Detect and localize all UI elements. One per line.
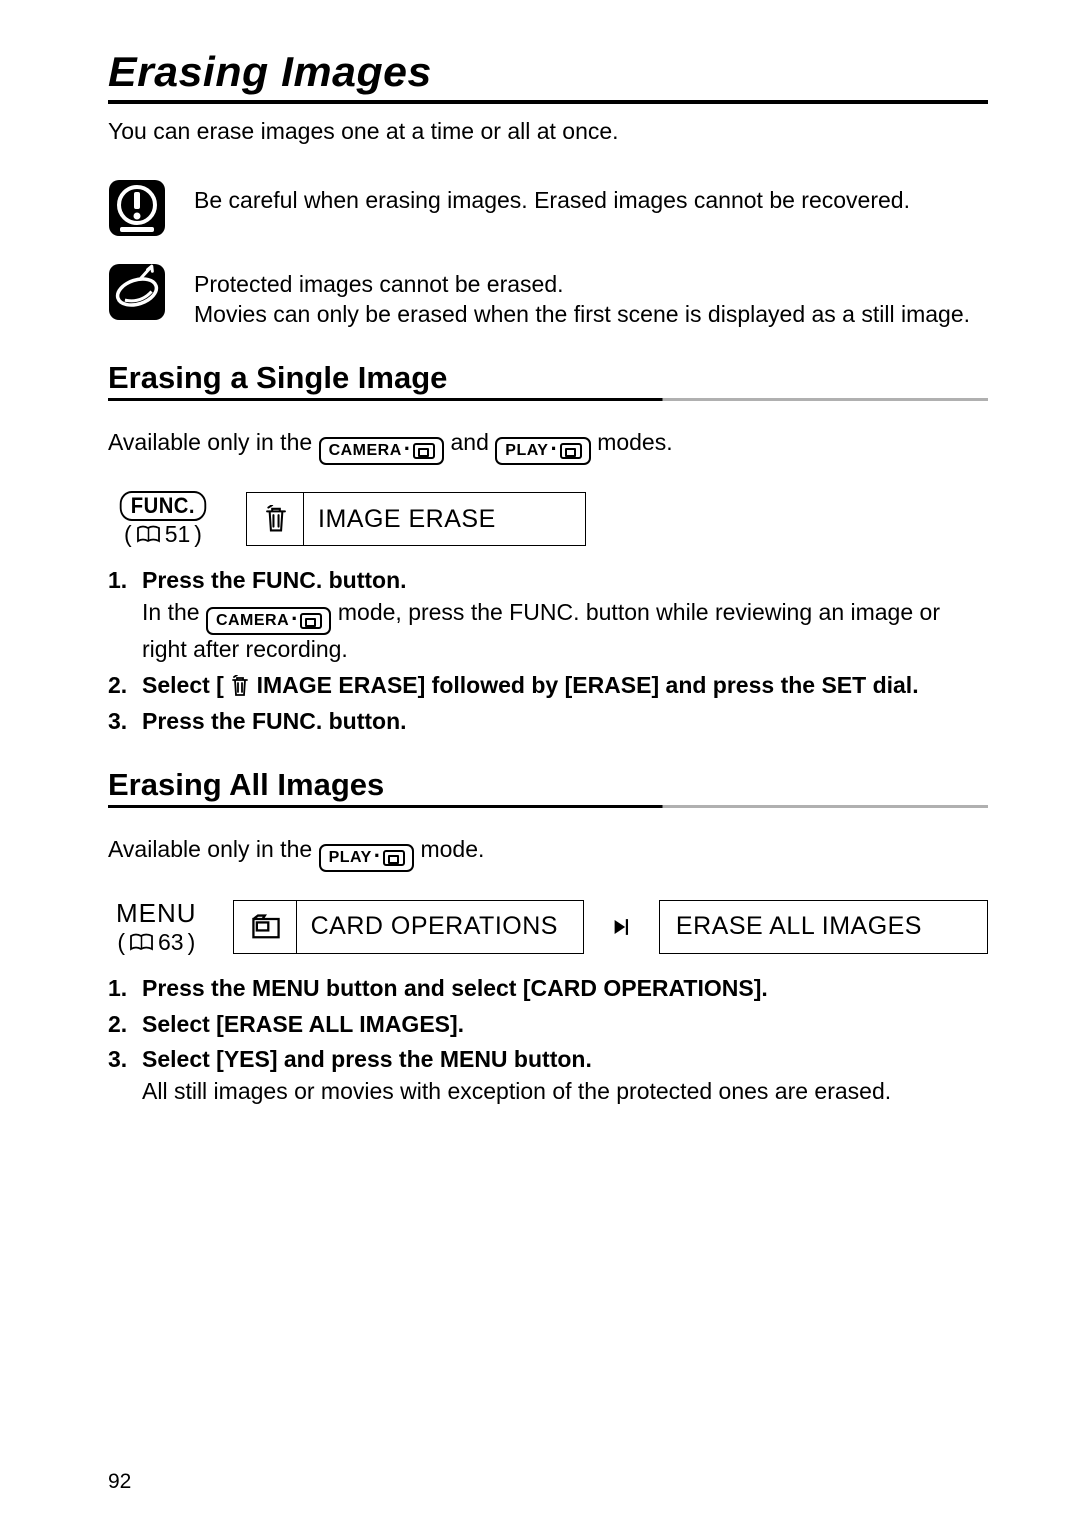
continue-arrow-icon — [612, 916, 631, 938]
note-text: Protected images cannot be erased. Movie… — [194, 263, 970, 330]
section1-steps: Press the FUNC. button. In the CAMERA · … — [108, 566, 988, 737]
mode-play-label: PLAY — [329, 849, 372, 867]
step-item: Press the FUNC. button. — [108, 707, 988, 737]
s2-step3-body: All still images or movies with exceptio… — [142, 1077, 988, 1107]
play-card-mode-badge: PLAY · — [319, 844, 415, 872]
trash-icon — [263, 505, 289, 533]
func-page: 51 — [165, 521, 191, 548]
card-icon — [560, 443, 582, 459]
section1-menu-path: FUNC. ( 51) IMAGE ERASE — [108, 491, 988, 548]
image-erase-label: IMAGE ERASE — [318, 505, 496, 534]
s2-step2-head: Select [ERASE ALL IMAGES]. — [142, 1010, 988, 1040]
step-item: Press the MENU button and select [CARD O… — [108, 974, 988, 1004]
step-item: Select [ERASE ALL IMAGES]. — [108, 1010, 988, 1040]
mode-camera-label: CAMERA — [329, 442, 402, 460]
section2-availability: Available only in the PLAY · mode. — [108, 836, 988, 872]
step-item: Press the FUNC. button. In the CAMERA · … — [108, 566, 988, 665]
func-pageref: ( 51) — [124, 521, 202, 548]
step1-head: Press the FUNC. button. — [142, 566, 988, 596]
avail-post: mode. — [420, 836, 484, 862]
step-item: Select [YES] and press the MENU button. … — [108, 1045, 988, 1107]
note-icon — [108, 263, 166, 321]
section1-rule — [108, 398, 988, 401]
menu-block: MENU ( 63) — [108, 898, 205, 956]
erase-all-menu-box: ERASE ALL IMAGES — [659, 900, 988, 954]
s2-step3-head: Select [YES] and press the MENU button. — [142, 1045, 988, 1075]
card-operations-label: CARD OPERATIONS — [311, 912, 558, 941]
menu-pageref: ( 63) — [117, 929, 195, 956]
func-badge: FUNC. — [120, 491, 206, 521]
step2-pre: Select [ — [142, 672, 230, 698]
card-operations-menu-box: CARD OPERATIONS — [233, 900, 584, 954]
step2-post: IMAGE ERASE] followed by [ERASE] and pre… — [250, 672, 918, 698]
warning-line: Be careful when erasing images. Erased i… — [194, 185, 910, 215]
menu-page: 63 — [158, 929, 184, 956]
step1-body-pre: In the — [142, 599, 206, 625]
card-icon — [413, 443, 435, 459]
warning-callout: Be careful when erasing images. Erased i… — [108, 179, 988, 237]
book-icon — [129, 933, 154, 951]
section2-steps: Press the MENU button and select [CARD O… — [108, 974, 988, 1108]
func-block: FUNC. ( 51) — [108, 491, 218, 548]
book-icon — [136, 525, 161, 543]
erase-all-label: ERASE ALL IMAGES — [676, 912, 922, 941]
mode-play-label: PLAY — [505, 442, 548, 460]
avail-post: modes. — [597, 429, 672, 455]
page-intro: You can erase images one at a time or al… — [108, 118, 988, 145]
avail-mid: and — [451, 429, 496, 455]
step2-head: Select [ IMAGE ERASE] followed by [ERASE… — [142, 671, 988, 701]
avail-pre: Available only in the — [108, 836, 319, 862]
section1-availability: Available only in the CAMERA · and PLAY … — [108, 429, 988, 465]
sdcard-icon — [250, 914, 282, 940]
mode-camera-label: CAMERA — [216, 611, 289, 632]
menu-label: MENU — [116, 898, 197, 928]
section2-heading: Erasing All Images — [108, 767, 988, 803]
page-number: 92 — [108, 1470, 131, 1494]
warning-icon — [108, 179, 166, 237]
trash-icon — [230, 675, 250, 697]
step1-body: In the CAMERA · mode, press the FUNC. bu… — [142, 598, 988, 665]
image-erase-menu-box: IMAGE ERASE — [246, 492, 586, 546]
card-icon — [300, 613, 322, 629]
warning-text: Be careful when erasing images. Erased i… — [194, 179, 910, 215]
section2-menu-path: MENU ( 63) CARD OPERATIONS ERASE ALL IMA… — [108, 898, 988, 956]
avail-pre: Available only in the — [108, 429, 319, 455]
section1-heading: Erasing a Single Image — [108, 360, 988, 396]
camera-card-mode-badge: CAMERA · — [319, 437, 445, 465]
page-title: Erasing Images — [108, 48, 1006, 96]
section2-rule — [108, 805, 988, 808]
note-callout: Protected images cannot be erased. Movie… — [108, 263, 988, 330]
camera-card-mode-badge: CAMERA · — [206, 607, 332, 635]
play-card-mode-badge: PLAY · — [495, 437, 591, 465]
note-line2: Movies can only be erased when the first… — [194, 299, 970, 329]
step-item: Select [ IMAGE ERASE] followed by [ERASE… — [108, 671, 988, 701]
card-icon — [383, 850, 405, 866]
note-line1: Protected images cannot be erased. — [194, 269, 970, 299]
step3-head: Press the FUNC. button. — [142, 707, 988, 737]
title-rule — [108, 100, 988, 104]
s2-step1-head: Press the MENU button and select [CARD O… — [142, 974, 988, 1004]
